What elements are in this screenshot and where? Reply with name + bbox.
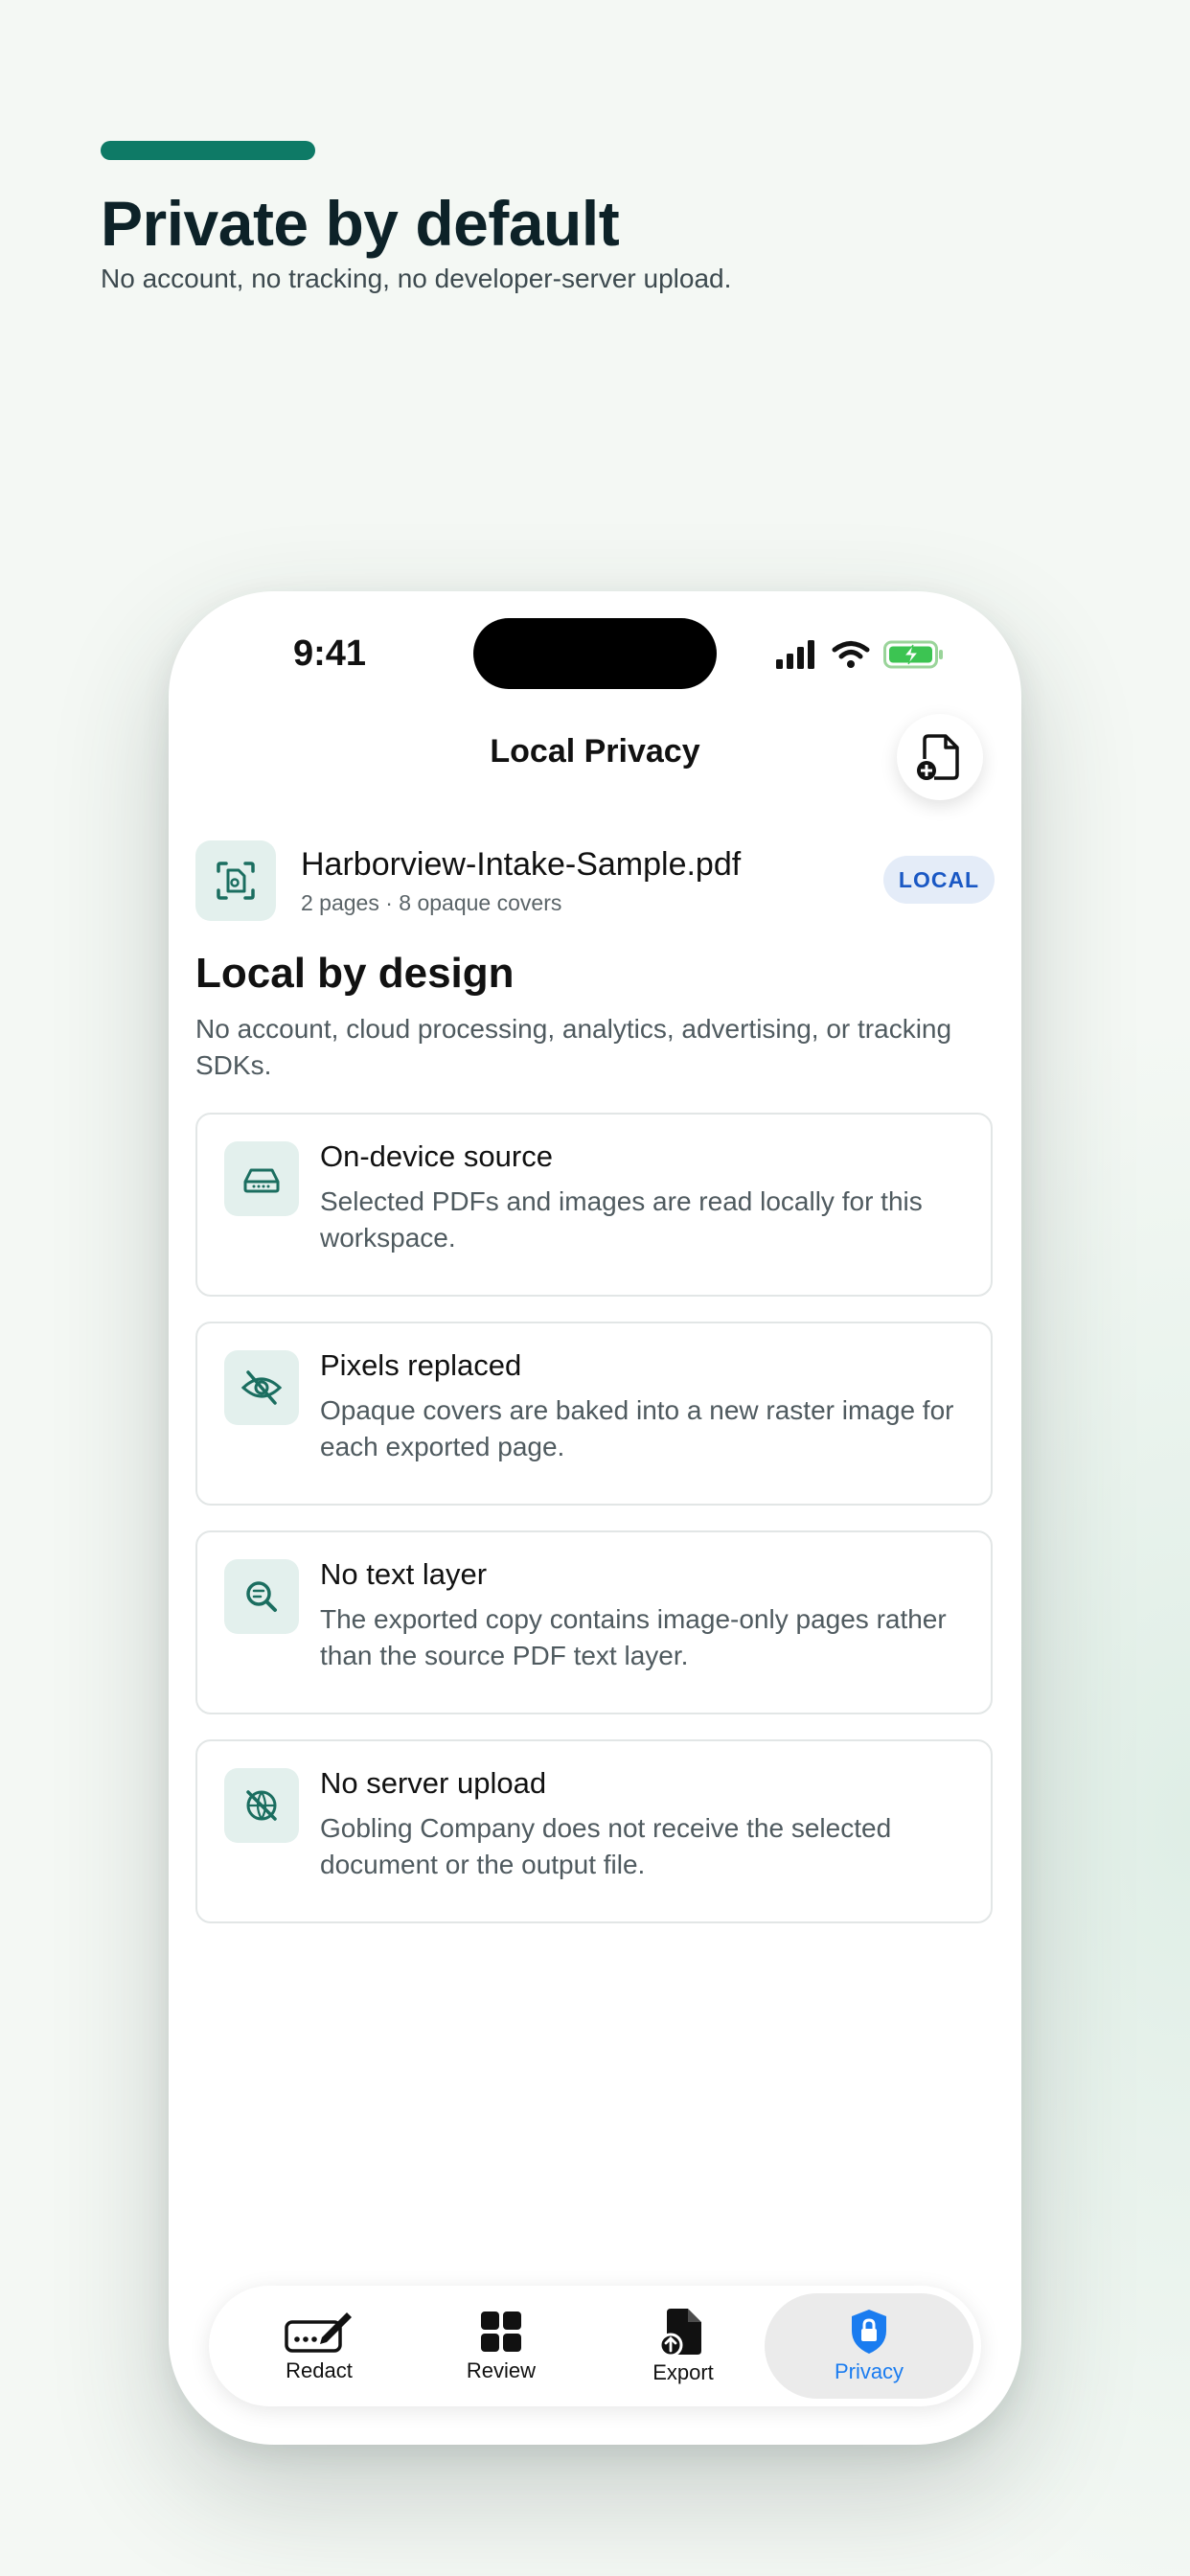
tab-review[interactable]: Review [410,2293,592,2399]
doc-upload-icon [658,2309,701,2357]
signature-icon [285,2312,352,2353]
phone-frame: 9:41 Local Privacy Harborview-Intake-Sam… [169,591,1021,2445]
tab-privacy[interactable]: Privacy [765,2293,973,2399]
no-network-icon [224,1768,299,1843]
local-badge: LOCAL [883,856,995,904]
hero-subtitle: No account, no tracking, no developer-se… [101,264,732,293]
accent-bar [101,141,315,160]
tab-label: Privacy [834,2359,904,2383]
section-title: Local by design [195,950,515,997]
status-icons [776,639,945,670]
card-description: Gobling Company does not receive the sel… [320,1813,892,1879]
document-name: Harborview-Intake-Sample.pdf [301,846,742,883]
dynamic-island [473,618,717,689]
card-title: On-device source [320,1139,553,1173]
card-description: The exported copy contains image-only pa… [320,1604,947,1670]
signal-icon [776,640,814,669]
document-meta: 2 pages · 8 opaque covers [301,890,562,915]
add-document-button[interactable] [897,714,983,800]
doc-plus-icon [917,734,959,780]
card-pixels-replaced: Pixels replaced Opaque covers are baked … [195,1322,993,1506]
hero-title: Private by default [101,188,620,259]
document-row[interactable]: Harborview-Intake-Sample.pdf 2 pages · 8… [195,840,995,923]
grid-icon [481,2312,521,2352]
tab-export[interactable]: Export [592,2293,774,2399]
card-no-text-layer: No text layer The exported copy contains… [195,1530,993,1714]
card-title: Pixels replaced [320,1348,522,1382]
tab-label: Review [466,2358,537,2382]
status-time: 9:41 [293,633,367,674]
section-description: No account, cloud processing, analytics,… [195,1014,952,1080]
document-scan-icon [195,840,276,921]
eye-slash-icon [224,1350,299,1425]
nav-title: Local Privacy [490,733,700,770]
card-on-device-source: On-device source Selected PDFs and image… [195,1113,993,1297]
tab-label: Redact [286,2358,353,2382]
wifi-icon [832,641,870,668]
lock-shield-icon [852,2310,886,2354]
tab-redact[interactable]: Redact [228,2293,410,2399]
battery-charging-icon [883,640,943,669]
card-no-server-upload: No server upload Gobling Company does no… [195,1739,993,1923]
card-title: No text layer [320,1557,488,1591]
card-description: Selected PDFs and images are read locall… [320,1186,923,1253]
tab-bar: Redact Review Export Privacy [209,2286,981,2406]
card-title: No server upload [320,1766,547,1800]
drive-icon [224,1141,299,1216]
tab-label: Export [652,2360,714,2384]
magnify-text-icon [224,1559,299,1634]
card-description: Opaque covers are baked into a new raste… [320,1395,954,1461]
